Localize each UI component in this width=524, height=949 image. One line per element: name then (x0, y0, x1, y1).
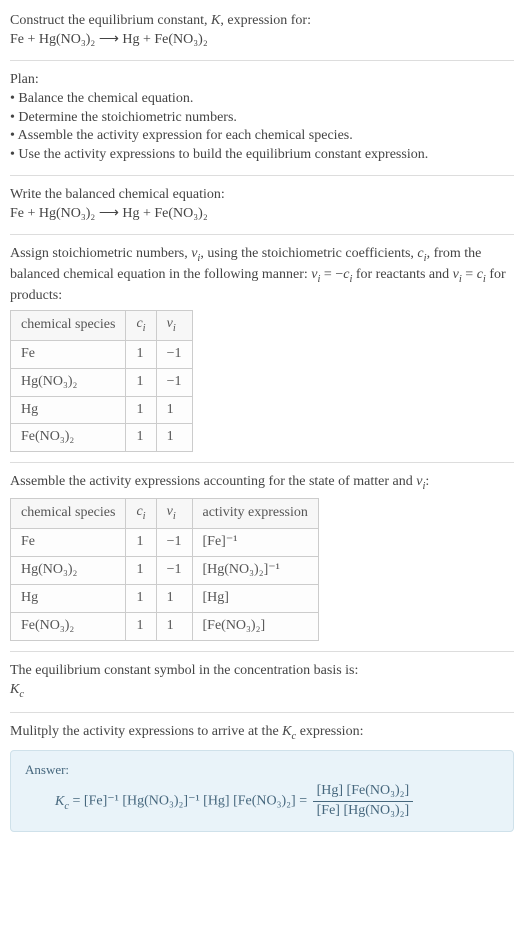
cell-species: Fe(NO₃)₂ (11, 612, 126, 640)
activity-text: Assemble the activity expressions accoun… (10, 473, 514, 494)
table-row: Fe(NO₃)₂ 1 1 (11, 424, 193, 452)
intro-block: Construct the equilibrium constant, K, e… (10, 12, 514, 50)
plan-heading: Plan: (10, 71, 514, 90)
cell-vi: 1 (156, 612, 192, 640)
answer-expression: Kc = [Fe]⁻¹ [Hg(NO₃)₂]⁻¹ [Hg] [Fe(NO₃)₂]… (25, 782, 499, 821)
fraction-den: [Fe] [Hg(NO₃)₂] (313, 802, 414, 821)
table-row: Hg(NO₃)₂ 1 −1 (11, 368, 193, 396)
cell-species: Hg(NO₃)₂ (11, 368, 126, 396)
cell-vi: −1 (156, 340, 192, 368)
balanced-heading: Write the balanced chemical equation: (10, 186, 514, 205)
cell-ci: 1 (126, 340, 156, 368)
answer-box: Answer: Kc = [Fe]⁻¹ [Hg(NO₃)₂]⁻¹ [Hg] [F… (10, 750, 514, 832)
cell-species: Fe (11, 340, 126, 368)
plan-block: Plan: • Balance the chemical equation. •… (10, 71, 514, 165)
col-species: chemical species (11, 310, 126, 340)
cell-species: Fe(NO₃)₂ (11, 424, 126, 452)
cell-activity: [Fe]⁻¹ (192, 529, 318, 557)
table-row: Fe 1 −1 [Fe]⁻¹ (11, 529, 319, 557)
multiply-text: Mulitply the activity expressions to arr… (10, 723, 514, 744)
cell-ci: 1 (126, 396, 156, 424)
assign-text: Assign stoichiometric numbers, νi, using… (10, 245, 514, 306)
plan-item: • Use the activity expressions to build … (10, 146, 514, 165)
divider (10, 712, 514, 713)
table-row: chemical species ci νi (11, 310, 193, 340)
cell-ci: 1 (126, 529, 156, 557)
cell-species: Hg (11, 585, 126, 613)
cell-species: Fe (11, 529, 126, 557)
intro-title: Construct the equilibrium constant, K, e… (10, 12, 514, 31)
fraction: [Hg] [Fe(NO₃)₂] [Fe] [Hg(NO₃)₂] (313, 782, 414, 821)
col-species: chemical species (11, 499, 126, 529)
divider (10, 651, 514, 652)
cell-ci: 1 (126, 368, 156, 396)
balanced-equation: Fe + Hg(NO₃)₂ ⟶ Hg + Fe(NO₃)₂ (10, 205, 514, 224)
cell-species: Hg (11, 396, 126, 424)
balanced-block: Write the balanced chemical equation: Fe… (10, 186, 514, 224)
table-row: Hg 1 1 [Hg] (11, 585, 319, 613)
col-ci: ci (126, 499, 156, 529)
cell-vi: −1 (156, 529, 192, 557)
col-vi: νi (156, 310, 192, 340)
divider (10, 462, 514, 463)
plan-item: • Balance the chemical equation. (10, 90, 514, 109)
divider (10, 175, 514, 176)
activity-table: chemical species ci νi activity expressi… (10, 498, 319, 641)
divider (10, 60, 514, 61)
answer-label: Answer: (25, 761, 499, 779)
cell-vi: 1 (156, 396, 192, 424)
cell-ci: 1 (126, 557, 156, 585)
table-row: chemical species ci νi activity expressi… (11, 499, 319, 529)
cell-vi: 1 (156, 424, 192, 452)
cell-vi: −1 (156, 368, 192, 396)
table-row: Fe(NO₃)₂ 1 1 [Fe(NO₃)₂] (11, 612, 319, 640)
cell-ci: 1 (126, 424, 156, 452)
symbol-line1: The equilibrium constant symbol in the c… (10, 662, 514, 681)
cell-vi: −1 (156, 557, 192, 585)
multiply-block: Mulitply the activity expressions to arr… (10, 723, 514, 832)
table-row: Hg(NO₃)₂ 1 −1 [Hg(NO₃)₂]⁻¹ (11, 557, 319, 585)
col-ci: ci (126, 310, 156, 340)
cell-vi: 1 (156, 585, 192, 613)
col-vi: νi (156, 499, 192, 529)
table-row: Fe 1 −1 (11, 340, 193, 368)
cell-ci: 1 (126, 585, 156, 613)
cell-activity: [Hg] (192, 585, 318, 613)
stoich-table: chemical species ci νi Fe 1 −1 Hg(NO₃)₂ … (10, 310, 193, 453)
table-row: Hg 1 1 (11, 396, 193, 424)
divider (10, 234, 514, 235)
symbol-block: The equilibrium constant symbol in the c… (10, 662, 514, 702)
cell-ci: 1 (126, 612, 156, 640)
cell-activity: [Fe(NO₃)₂] (192, 612, 318, 640)
intro-equation: Fe + Hg(NO₃)₂ ⟶ Hg + Fe(NO₃)₂ (10, 31, 514, 50)
fraction-num: [Hg] [Fe(NO₃)₂] (313, 782, 414, 802)
assign-block: Assign stoichiometric numbers, νi, using… (10, 245, 514, 452)
plan-item: • Determine the stoichiometric numbers. (10, 109, 514, 128)
cell-species: Hg(NO₃)₂ (11, 557, 126, 585)
col-activity: activity expression (192, 499, 318, 529)
activity-block: Assemble the activity expressions accoun… (10, 473, 514, 641)
symbol-kc: Kc (10, 681, 514, 702)
cell-activity: [Hg(NO₃)₂]⁻¹ (192, 557, 318, 585)
plan-item: • Assemble the activity expression for e… (10, 127, 514, 146)
